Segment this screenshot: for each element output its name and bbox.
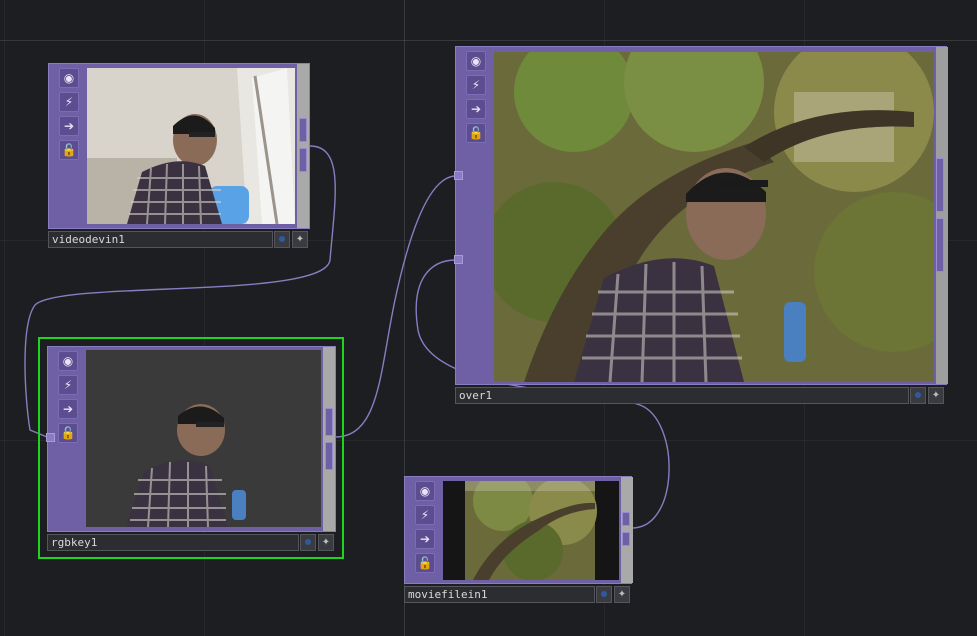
export-icon[interactable]: ➔ — [58, 399, 78, 419]
input-connector[interactable] — [46, 433, 55, 442]
cook-icon[interactable]: ⚡ — [466, 75, 486, 95]
input-connector[interactable] — [454, 255, 463, 264]
display-dot-icon[interactable] — [300, 534, 316, 551]
node-body: ◉ ⚡ ➔ 🔓 — [404, 476, 633, 584]
display-dot-icon[interactable] — [910, 387, 926, 404]
output-connector[interactable] — [325, 442, 333, 470]
node-name-field[interactable]: over1 — [455, 387, 909, 404]
cook-icon[interactable]: ⚡ — [415, 505, 435, 525]
viewer-icon[interactable]: ◉ — [466, 51, 486, 71]
output-connector[interactable] — [299, 148, 307, 172]
node-name-field[interactable]: videodevin1 — [48, 231, 273, 248]
export-icon[interactable]: ➔ — [466, 99, 486, 119]
composite-preview-image — [494, 52, 934, 382]
node-viewer — [87, 68, 295, 224]
output-connector[interactable] — [325, 408, 333, 436]
display-dot-icon[interactable] — [596, 586, 612, 603]
output-connector[interactable] — [936, 158, 944, 212]
node-body: ◉ ⚡ ➔ 🔓 — [455, 46, 948, 385]
wire-rgbkey-to-over[interactable] — [334, 175, 457, 438]
node-right-strip — [323, 347, 335, 531]
node-sidebar: ◉ ⚡ ➔ 🔓 — [456, 47, 492, 384]
node-viewer — [86, 350, 321, 527]
cook-icon[interactable]: ⚡ — [59, 92, 79, 112]
display-dot-icon[interactable] — [274, 231, 290, 248]
output-connector[interactable] — [936, 218, 944, 272]
compass-icon[interactable]: ✦ — [318, 534, 334, 551]
viewer-icon[interactable]: ◉ — [58, 351, 78, 371]
node-body: ◉ ⚡ ➔ 🔓 — [48, 63, 310, 229]
node-right-strip — [297, 64, 309, 228]
compass-icon[interactable]: ✦ — [614, 586, 630, 603]
compass-icon[interactable]: ✦ — [292, 231, 308, 248]
movie-preview-image — [443, 481, 619, 580]
output-connector[interactable] — [622, 532, 630, 546]
cook-icon[interactable]: ⚡ — [58, 375, 78, 395]
node-name-field[interactable]: moviefilein1 — [404, 586, 595, 603]
node-viewer — [494, 52, 934, 382]
compass-icon[interactable]: ✦ — [928, 387, 944, 404]
viewer-icon[interactable]: ◉ — [415, 481, 435, 501]
node-rgbkey[interactable]: ◉ ⚡ ➔ 🔓 rgbkey1 ✦ — [46, 346, 336, 551]
node-videodevin[interactable]: ◉ ⚡ ➔ 🔓 videodevin1 ✦ — [48, 63, 310, 248]
lock-icon[interactable]: 🔓 — [58, 423, 78, 443]
node-moviefilein[interactable]: ◉ ⚡ ➔ 🔓 moviefilein1 ✦ — [404, 476, 633, 603]
lock-icon[interactable]: 🔓 — [466, 123, 486, 143]
node-sidebar: ◉ ⚡ ➔ 🔓 — [405, 477, 441, 583]
lock-icon[interactable]: 🔓 — [59, 140, 79, 160]
output-connector[interactable] — [299, 118, 307, 142]
node-body: ◉ ⚡ ➔ 🔓 — [47, 346, 336, 532]
node-sidebar: ◉ ⚡ ➔ 🔓 — [49, 64, 85, 228]
keyed-preview-image — [126, 404, 246, 527]
output-connector[interactable] — [622, 512, 630, 526]
viewer-icon[interactable]: ◉ — [59, 68, 79, 88]
lock-icon[interactable]: 🔓 — [415, 553, 435, 573]
webcam-preview-image — [87, 68, 295, 224]
node-viewer — [443, 481, 619, 580]
node-right-strip — [621, 477, 633, 583]
node-over[interactable]: ◉ ⚡ ➔ 🔓 over1 ✦ — [454, 46, 948, 404]
export-icon[interactable]: ➔ — [59, 116, 79, 136]
node-right-strip — [936, 47, 948, 384]
node-name-field[interactable]: rgbkey1 — [47, 534, 299, 551]
export-icon[interactable]: ➔ — [415, 529, 435, 549]
input-connector[interactable] — [454, 171, 463, 180]
